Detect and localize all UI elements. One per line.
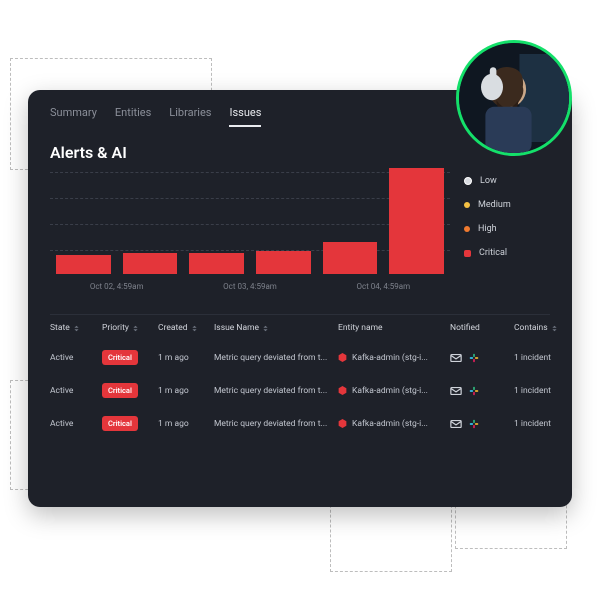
chart-bar — [189, 253, 244, 274]
slack-icon[interactable] — [468, 418, 480, 430]
mail-icon[interactable] — [450, 385, 462, 397]
tab-entities[interactable]: Entities — [115, 106, 151, 127]
cell-created: 1 m ago — [158, 419, 210, 429]
cell-issue-name: Metric query deviated from t... — [214, 386, 334, 396]
legend-medium: Medium — [464, 200, 550, 210]
cell-created: 1 m ago — [158, 386, 210, 396]
chart-bar — [123, 253, 178, 274]
avatar — [456, 40, 572, 156]
cell-priority: Critical — [102, 350, 154, 365]
tab-issues[interactable]: Issues — [229, 106, 261, 127]
alerts-bar-chart: Oct 02, 4:59am Oct 03, 4:59am Oct 04, 4:… — [50, 168, 450, 298]
priority-badge: Critical — [102, 416, 138, 431]
chart-xtick: Oct 04, 4:59am — [317, 282, 450, 296]
cell-contains: 1 incident — [514, 386, 574, 396]
cell-priority: Critical — [102, 416, 154, 431]
cell-issue-name: Metric query deviated from t... — [214, 419, 334, 429]
sort-icon — [262, 325, 269, 332]
cell-state: Active — [50, 353, 98, 363]
sort-icon — [73, 325, 80, 332]
col-notified: Notified — [450, 323, 510, 333]
priority-badge: Critical — [102, 350, 138, 365]
cell-notified — [450, 385, 510, 397]
priority-badge: Critical — [102, 383, 138, 398]
tab-libraries[interactable]: Libraries — [169, 106, 211, 127]
sort-icon — [191, 325, 198, 332]
alerts-panel: Summary Entities Libraries Issues Alerts… — [28, 90, 572, 507]
cell-state: Active — [50, 419, 98, 429]
chart-bar — [256, 251, 311, 274]
cell-issue-name: Metric query deviated from t... — [214, 353, 334, 363]
cell-entity: Kafka-admin (stg-i... — [338, 419, 446, 429]
chart-bar — [56, 255, 111, 274]
cell-entity: Kafka-admin (stg-i... — [338, 386, 446, 396]
chart-bar — [323, 242, 378, 274]
table-row[interactable]: Active Critical 1 m ago Metric query deviat… — [50, 374, 550, 407]
col-entity-name: Entity name — [338, 323, 446, 333]
chart-bar — [389, 168, 444, 274]
cell-entity: Kafka-admin (stg-i... — [338, 353, 446, 363]
legend-low: Low — [464, 176, 550, 186]
legend-high: High — [464, 224, 550, 234]
cell-notified — [450, 418, 510, 430]
hexagon-icon — [338, 386, 347, 395]
cell-notified — [450, 352, 510, 364]
sort-icon — [551, 325, 558, 332]
col-created[interactable]: Created — [158, 323, 210, 333]
col-priority[interactable]: Priority — [102, 323, 154, 333]
chart-xtick: Oct 03, 4:59am — [183, 282, 316, 296]
table-row[interactable]: Active Critical 1 m ago Metric query deviat… — [50, 407, 550, 440]
slack-icon[interactable] — [468, 385, 480, 397]
slack-icon[interactable] — [468, 352, 480, 364]
sort-icon — [132, 325, 139, 332]
cell-state: Active — [50, 386, 98, 396]
col-contains[interactable]: Contains — [514, 323, 574, 333]
cell-contains: 1 incident — [514, 353, 574, 363]
table-header: State Priority Created Issue Name Entity… — [50, 314, 550, 341]
cell-priority: Critical — [102, 383, 154, 398]
chart-legend: Low Medium High Critical — [450, 168, 550, 298]
hexagon-icon — [338, 353, 347, 362]
col-state[interactable]: State — [50, 323, 98, 333]
mail-icon[interactable] — [450, 418, 462, 430]
table-row[interactable]: Active Critical 1 m ago Metric query deviat… — [50, 341, 550, 374]
legend-critical: Critical — [464, 248, 550, 258]
mail-icon[interactable] — [450, 352, 462, 364]
chart-xtick: Oct 02, 4:59am — [50, 282, 183, 296]
cell-created: 1 m ago — [158, 353, 210, 363]
tab-summary[interactable]: Summary — [50, 106, 97, 127]
cell-contains: 1 incident — [514, 419, 574, 429]
col-issue-name[interactable]: Issue Name — [214, 323, 334, 333]
issues-table: State Priority Created Issue Name Entity… — [28, 304, 572, 440]
hexagon-icon — [338, 419, 347, 428]
